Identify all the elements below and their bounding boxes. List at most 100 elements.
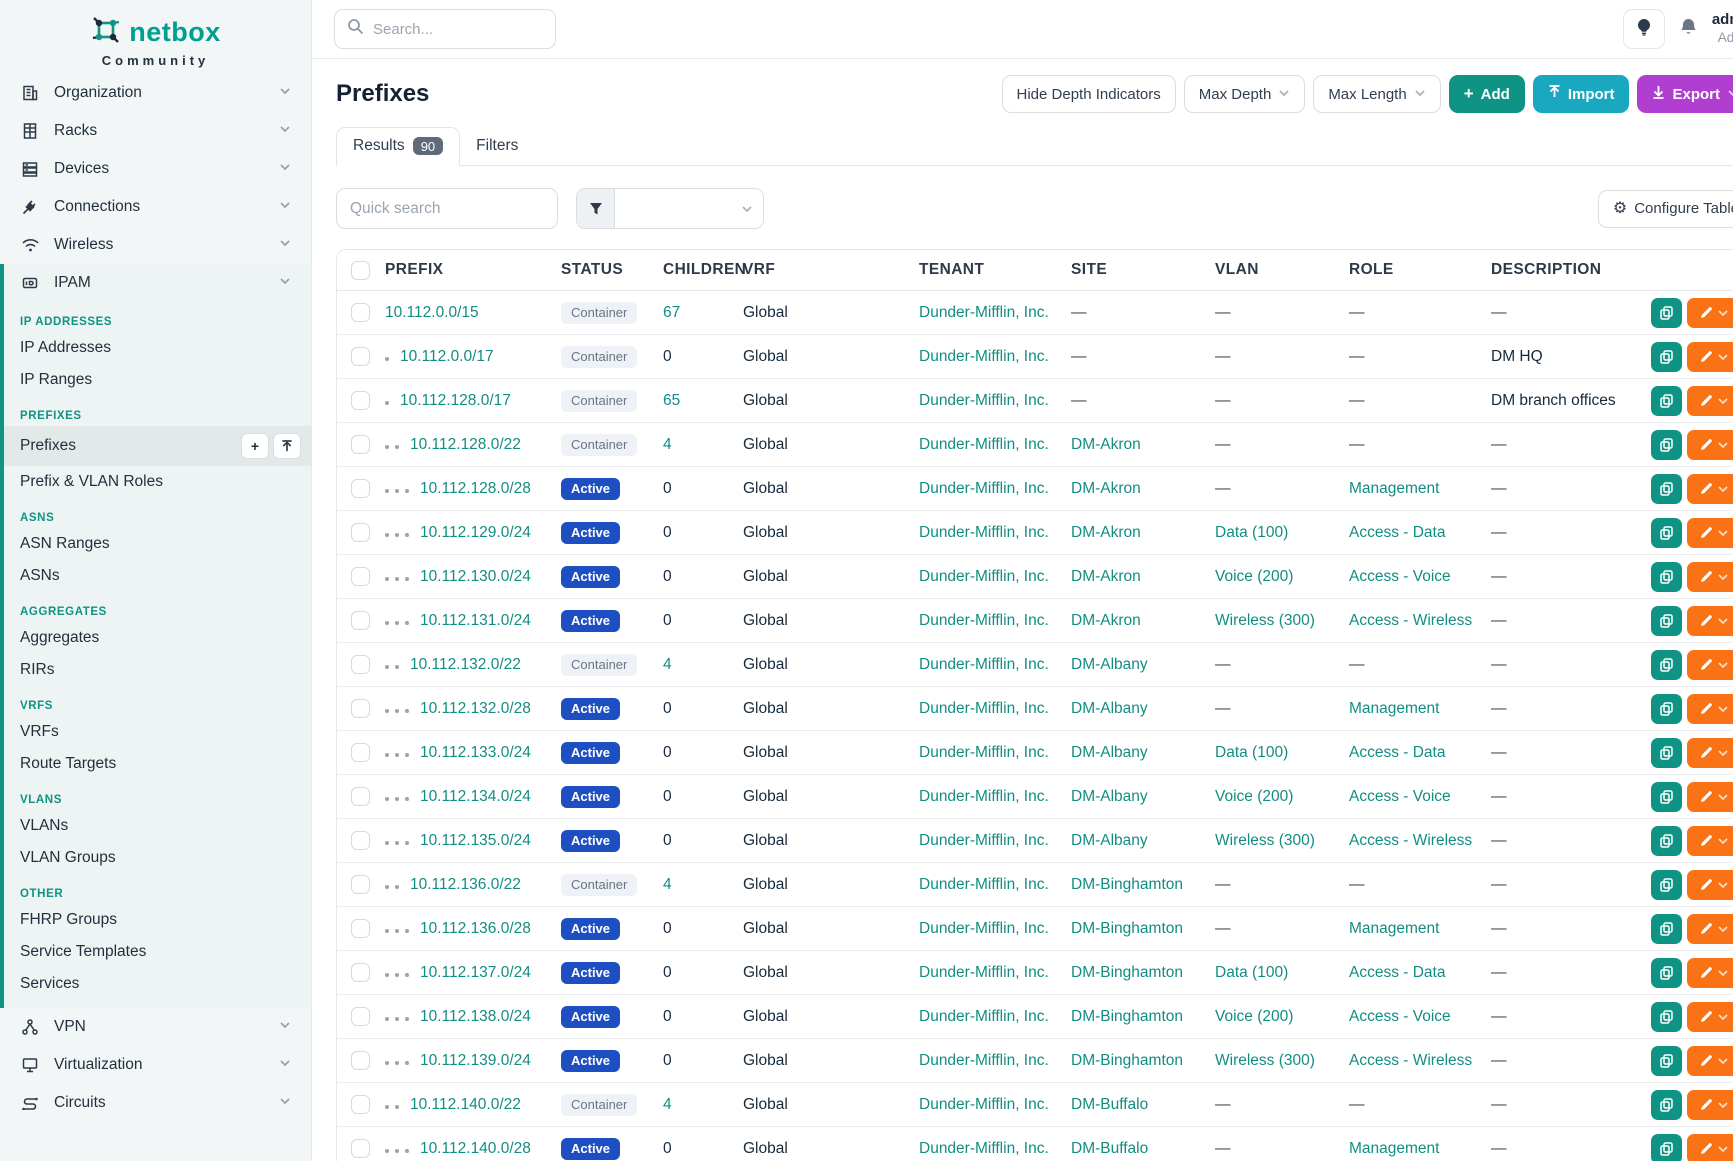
prefix-link[interactable]: 10.112.138.0/24 [420, 1008, 531, 1025]
row-checkbox[interactable] [351, 1007, 370, 1026]
site-link[interactable]: DM-Buffalo [1071, 1096, 1148, 1113]
role-link[interactable]: Access - Voice [1349, 1008, 1451, 1025]
site-link[interactable]: DM-Akron [1071, 480, 1141, 497]
search-input[interactable] [373, 21, 523, 38]
max-length-dropdown[interactable]: Max Length [1313, 75, 1440, 113]
prefix-link[interactable]: 10.112.135.0/24 [420, 832, 531, 849]
edit-button[interactable] [1687, 562, 1733, 592]
import-button[interactable]: Import [1533, 75, 1630, 113]
site-link[interactable]: DM-Akron [1071, 612, 1141, 629]
sidebar-item-wireless[interactable]: Wireless [0, 226, 311, 264]
clone-button[interactable] [1651, 474, 1682, 504]
sidebar-item-organization[interactable]: Organization [0, 74, 311, 112]
sidebar-item-racks[interactable]: Racks [0, 112, 311, 150]
max-depth-dropdown[interactable]: Max Depth [1184, 75, 1306, 113]
tab-results[interactable]: Results 90 [336, 127, 460, 166]
tenant-link[interactable]: Dunder-Mifflin, Inc. [919, 1008, 1049, 1025]
tenant-link[interactable]: Dunder-Mifflin, Inc. [919, 392, 1049, 409]
clone-button[interactable] [1651, 606, 1682, 636]
tenant-link[interactable]: Dunder-Mifflin, Inc. [919, 1096, 1049, 1113]
tenant-link[interactable]: Dunder-Mifflin, Inc. [919, 700, 1049, 717]
row-checkbox[interactable] [351, 435, 370, 454]
prefix-link[interactable]: 10.112.128.0/17 [400, 392, 511, 409]
row-checkbox[interactable] [351, 303, 370, 322]
row-checkbox[interactable] [351, 523, 370, 542]
prefix-link[interactable]: 10.112.133.0/24 [420, 744, 531, 761]
configure-table-button[interactable]: ⚙ Configure Table [1598, 190, 1733, 228]
global-search[interactable] [334, 9, 556, 49]
edit-button[interactable] [1687, 298, 1733, 328]
children-count-link[interactable]: 65 [663, 392, 680, 409]
prefix-link[interactable]: 10.112.136.0/22 [410, 876, 521, 893]
vlan-link[interactable]: Voice (200) [1215, 788, 1293, 805]
role-link[interactable]: Access - Wireless [1349, 612, 1472, 629]
sidebar-item-vlan-groups[interactable]: VLAN Groups [4, 842, 311, 874]
prefix-link[interactable]: 10.112.131.0/24 [420, 612, 531, 629]
vlan-link[interactable]: Voice (200) [1215, 568, 1293, 585]
sidebar-item-vlans[interactable]: VLANs [4, 810, 311, 842]
vlan-link[interactable]: Data (100) [1215, 744, 1288, 761]
site-link[interactable]: DM-Albany [1071, 832, 1148, 849]
edit-button[interactable] [1687, 1002, 1733, 1032]
prefix-link[interactable]: 10.112.132.0/28 [420, 700, 531, 717]
role-link[interactable]: Access - Data [1349, 524, 1445, 541]
prefix-link[interactable]: 10.112.129.0/24 [420, 524, 531, 541]
clone-button[interactable] [1651, 1090, 1682, 1120]
site-link[interactable]: DM-Binghamton [1071, 1052, 1183, 1069]
row-checkbox[interactable] [351, 479, 370, 498]
sidebar-item-route-targets[interactable]: Route Targets [4, 748, 311, 780]
edit-button[interactable] [1687, 1134, 1733, 1161]
column-header-role[interactable]: ROLE [1349, 261, 1491, 279]
clone-button[interactable] [1651, 562, 1682, 592]
prefix-link[interactable]: 10.112.130.0/24 [420, 568, 531, 585]
quick-import-button[interactable] [273, 433, 301, 459]
site-link[interactable]: DM-Akron [1071, 568, 1141, 585]
tenant-link[interactable]: Dunder-Mifflin, Inc. [919, 524, 1049, 541]
site-link[interactable]: DM-Albany [1071, 656, 1148, 673]
clone-button[interactable] [1651, 870, 1682, 900]
children-count-link[interactable]: 4 [663, 876, 672, 893]
site-link[interactable]: DM-Akron [1071, 524, 1141, 541]
clone-button[interactable] [1651, 298, 1682, 328]
sidebar-item-aggregates[interactable]: Aggregates [4, 622, 311, 654]
vlan-link[interactable]: Data (100) [1215, 524, 1288, 541]
clone-button[interactable] [1651, 650, 1682, 680]
children-count-link[interactable]: 4 [663, 436, 672, 453]
row-checkbox[interactable] [351, 787, 370, 806]
clone-button[interactable] [1651, 782, 1682, 812]
sidebar-item-devices[interactable]: Devices [0, 150, 311, 188]
prefix-link[interactable]: 10.112.136.0/28 [420, 920, 531, 937]
role-link[interactable]: Access - Wireless [1349, 1052, 1472, 1069]
select-all-checkbox[interactable] [351, 261, 370, 280]
sidebar-item-ip-ranges[interactable]: IP Ranges [4, 364, 311, 396]
prefix-link[interactable]: 10.112.139.0/24 [420, 1052, 531, 1069]
row-checkbox[interactable] [351, 919, 370, 938]
row-checkbox[interactable] [351, 1139, 370, 1158]
edit-button[interactable] [1687, 430, 1733, 460]
edit-button[interactable] [1687, 826, 1733, 856]
filter-field-select[interactable] [615, 189, 763, 228]
site-link[interactable]: DM-Binghamton [1071, 964, 1183, 981]
user-menu[interactable]: admin Admin [1712, 11, 1733, 47]
role-link[interactable]: Access - Data [1349, 964, 1445, 981]
hide-depth-indicators-button[interactable]: Hide Depth Indicators [1002, 75, 1176, 113]
row-checkbox[interactable] [351, 743, 370, 762]
edit-button[interactable] [1687, 518, 1733, 548]
row-checkbox[interactable] [351, 567, 370, 586]
sidebar-item-ipam[interactable]: IPAM [4, 264, 311, 302]
row-checkbox[interactable] [351, 391, 370, 410]
site-link[interactable]: DM-Albany [1071, 700, 1148, 717]
vlan-link[interactable]: Data (100) [1215, 964, 1288, 981]
role-link[interactable]: Access - Wireless [1349, 832, 1472, 849]
clone-button[interactable] [1651, 430, 1682, 460]
prefix-link[interactable]: 10.112.128.0/28 [420, 480, 531, 497]
sidebar-item-fhrp-groups[interactable]: FHRP Groups [4, 904, 311, 936]
site-link[interactable]: DM-Binghamton [1071, 876, 1183, 893]
quick-add-button[interactable]: + [241, 433, 269, 459]
site-link[interactable]: DM-Albany [1071, 744, 1148, 761]
prefix-link[interactable]: 10.112.132.0/22 [410, 656, 521, 673]
tenant-link[interactable]: Dunder-Mifflin, Inc. [919, 964, 1049, 981]
edit-button[interactable] [1687, 386, 1733, 416]
clone-button[interactable] [1651, 914, 1682, 944]
edit-button[interactable] [1687, 1046, 1733, 1076]
